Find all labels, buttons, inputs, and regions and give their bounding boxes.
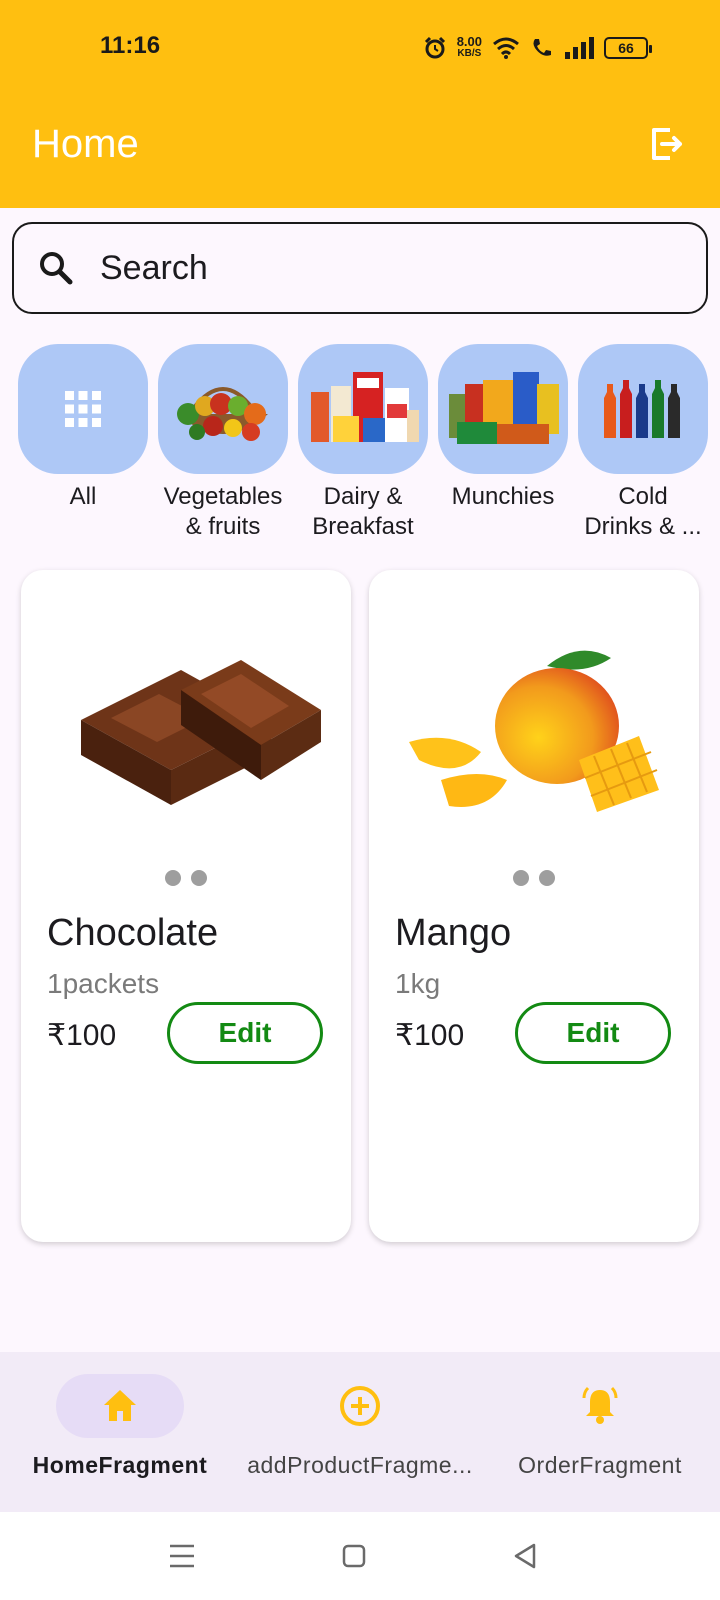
alarm-icon	[424, 36, 445, 59]
app-bar: Home	[0, 96, 720, 208]
product-price: ₹100	[395, 1019, 465, 1052]
chocolate-image	[81, 660, 321, 805]
pager-dot	[165, 870, 181, 886]
edit-button[interactable]: Edit	[515, 1002, 671, 1064]
cold-drinks-image	[604, 380, 680, 438]
nav-label: HomeFragment	[32, 1452, 208, 1478]
product-name: Chocolate	[47, 912, 219, 954]
search-bar[interactable]	[12, 222, 708, 314]
system-navigation-bar	[0, 1512, 720, 1600]
bell-icon	[582, 1386, 618, 1424]
search-icon	[40, 252, 73, 285]
product-name: Mango	[395, 912, 512, 954]
category-all[interactable]: All	[18, 344, 148, 512]
signal-icon	[565, 37, 594, 59]
bottom-navigation: HomeFragment addProductFragme... OrderFr…	[0, 1352, 720, 1512]
search-input[interactable]	[100, 242, 680, 294]
menu-icon[interactable]	[160, 1534, 204, 1578]
status-bar: 11:16 8.00 KB/S 66	[0, 0, 720, 96]
nav-icon-holder	[536, 1374, 664, 1438]
category-label: Dairy & Breakfast	[312, 483, 414, 540]
edit-button[interactable]: Edit	[167, 1002, 323, 1064]
product-quantity: 1packets	[47, 968, 160, 999]
mango-image	[409, 650, 659, 812]
grid-icon	[65, 391, 101, 427]
battery-indicator: 66	[604, 37, 652, 59]
status-icons: 8.00 KB/S 66	[423, 32, 652, 64]
logout-icon[interactable]	[646, 124, 686, 164]
category-list[interactable]: All Vegetables & fruits Dairy & Breakfas…	[0, 344, 720, 544]
category-label: All	[69, 483, 97, 510]
product-price: ₹100	[47, 1019, 117, 1052]
wifi-icon	[493, 37, 519, 59]
image-pager-dots	[21, 870, 351, 886]
category-label: Vegetables & fruits	[163, 483, 283, 540]
product-card-mango[interactable]: Mango 1kg ₹100 Edit	[369, 570, 699, 1242]
network-speed: 8.00 KB/S	[456, 34, 482, 60]
net-speed-value: 8.00	[456, 34, 482, 49]
home-icon	[104, 1390, 136, 1421]
product-card-chocolate[interactable]: Chocolate 1packets ₹100 Edit	[21, 570, 351, 1242]
nav-item-home[interactable]: HomeFragment	[0, 1374, 240, 1479]
page-title: Home	[32, 122, 139, 166]
munchies-image	[449, 372, 559, 444]
category-thumb	[438, 344, 568, 474]
category-thumb	[158, 344, 288, 474]
category-thumb	[298, 344, 428, 474]
nav-active-indicator	[56, 1374, 184, 1438]
dairy-image	[311, 372, 419, 442]
category-vegetables-fruits[interactable]: Vegetables & fruits	[158, 344, 288, 542]
category-label: Munchies	[451, 483, 555, 510]
wifi-call-icon	[533, 39, 551, 56]
pager-dot	[539, 870, 555, 886]
nav-item-add-product[interactable]: addProductFragme...	[240, 1374, 480, 1479]
pager-dot	[513, 870, 529, 886]
nav-icon-holder	[296, 1374, 424, 1438]
pager-dot	[191, 870, 207, 886]
category-cold-drinks[interactable]: Cold Drinks & ...	[578, 344, 708, 542]
vegetables-image	[177, 387, 268, 441]
product-quantity: 1kg	[395, 968, 441, 999]
home-square-icon[interactable]	[332, 1534, 376, 1578]
category-munchies[interactable]: Munchies	[438, 344, 568, 512]
nav-item-orders[interactable]: OrderFragment	[480, 1374, 720, 1479]
image-pager-dots	[369, 870, 699, 886]
back-icon[interactable]	[504, 1534, 548, 1578]
status-time: 11:16	[100, 32, 161, 59]
category-label: Cold Drinks & ...	[584, 483, 702, 540]
category-dairy-breakfast[interactable]: Dairy & Breakfast	[298, 344, 428, 542]
category-thumb	[18, 344, 148, 474]
nav-label: OrderFragment	[518, 1452, 682, 1478]
add-circle-icon	[340, 1386, 380, 1426]
category-thumb	[578, 344, 708, 474]
net-speed-unit: KB/S	[457, 48, 482, 59]
nav-label: addProductFragme...	[247, 1452, 473, 1478]
